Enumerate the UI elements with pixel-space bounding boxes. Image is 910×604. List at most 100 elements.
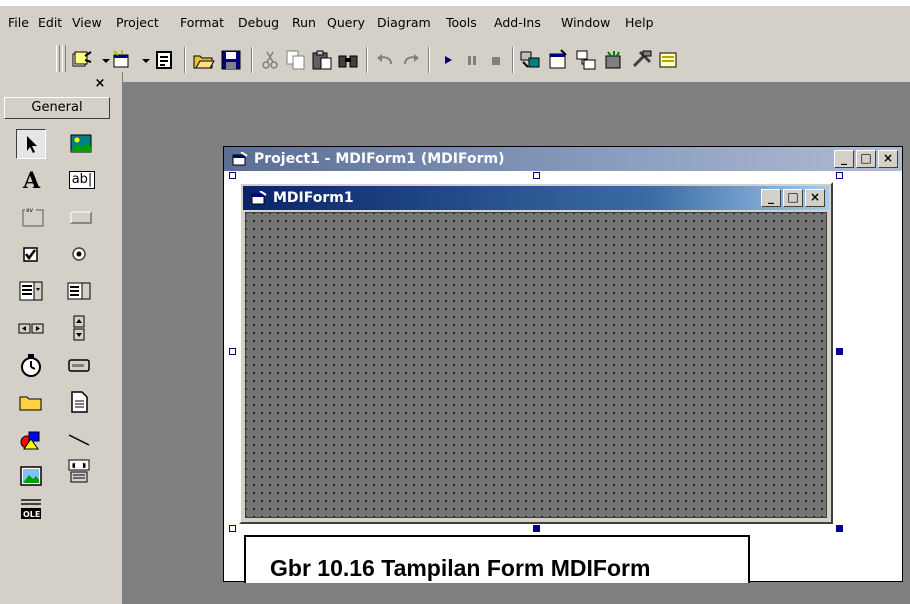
project-explorer-icon[interactable] xyxy=(518,48,542,72)
start-icon[interactable] xyxy=(436,48,460,72)
copy-icon[interactable] xyxy=(284,48,308,72)
close-icon[interactable]: × xyxy=(91,76,109,92)
checkbox-tool[interactable] xyxy=(16,239,46,269)
frame-tool[interactable]: xv xyxy=(18,202,48,232)
form-layout-icon[interactable] xyxy=(574,48,598,72)
pointer-icon xyxy=(27,136,37,153)
minimize-button[interactable]: _ xyxy=(834,150,854,168)
redo-icon[interactable] xyxy=(399,48,423,72)
hscrollbar-tool[interactable] xyxy=(16,313,46,343)
resize-handle-top-left[interactable] xyxy=(229,172,236,179)
menu-diagram[interactable]: Diagram xyxy=(377,15,431,30)
chevron-down-icon[interactable] xyxy=(94,48,110,72)
figure-caption-box: Gbr 10.16 Tampilan Form MDIForm xyxy=(244,535,750,583)
properties-window-icon[interactable] xyxy=(546,48,570,72)
label-icon: A xyxy=(22,168,41,193)
maximize-button[interactable]: □ xyxy=(783,189,803,207)
object-browser-icon[interactable] xyxy=(602,48,626,72)
minimize-button[interactable]: _ xyxy=(761,189,781,207)
drivelistbox-icon xyxy=(68,359,90,372)
resize-handle-left[interactable] xyxy=(229,348,236,355)
close-button[interactable]: × xyxy=(805,189,825,207)
commandbutton-icon xyxy=(70,211,92,224)
vscrollbar-icon xyxy=(73,315,85,341)
menu-window[interactable]: Window xyxy=(561,15,610,30)
ole-icon: OLE xyxy=(21,499,41,519)
toolbar-grip[interactable] xyxy=(56,45,60,75)
menu-query[interactable]: Query xyxy=(327,15,365,30)
data-view-icon[interactable] xyxy=(656,48,680,72)
dirlistbox-tool[interactable] xyxy=(16,387,46,417)
pointer-tool[interactable] xyxy=(16,129,46,159)
break-icon[interactable] xyxy=(460,48,484,72)
menu-help[interactable]: Help xyxy=(625,15,654,30)
toolbar-separator xyxy=(251,47,253,73)
hscrollbar-icon xyxy=(18,323,44,334)
listbox-icon xyxy=(67,282,91,300)
end-icon[interactable] xyxy=(484,48,508,72)
drivelistbox-tool[interactable] xyxy=(64,350,94,380)
paste-icon[interactable] xyxy=(310,48,334,72)
picturebox-tool[interactable] xyxy=(66,129,96,159)
ole-icon-label: OLE xyxy=(23,510,40,519)
filelistbox-tool[interactable] xyxy=(64,387,94,417)
find-icon[interactable] xyxy=(336,48,360,72)
svg-text:A: A xyxy=(22,168,41,193)
add-form-icon[interactable] xyxy=(110,48,134,72)
timer-tool[interactable] xyxy=(16,350,46,380)
label-tool[interactable]: A xyxy=(18,165,48,195)
designer-title-bar[interactable]: Project1 - MDIForm1 (MDIForm) _ □ × xyxy=(224,147,902,171)
undo-icon[interactable] xyxy=(373,48,397,72)
menu-editor-icon[interactable] xyxy=(152,48,176,72)
folder-icon xyxy=(19,396,42,411)
save-project-icon[interactable] xyxy=(219,48,243,72)
toolbox-tab-general[interactable]: General xyxy=(4,97,110,119)
cut-icon[interactable] xyxy=(258,48,282,72)
combobox-tool[interactable] xyxy=(16,276,46,306)
shape-tool[interactable] xyxy=(16,424,46,454)
commandbutton-tool[interactable] xyxy=(66,202,96,232)
maximize-button[interactable]: □ xyxy=(856,150,876,168)
resize-handle-top[interactable] xyxy=(533,172,540,179)
open-project-icon[interactable] xyxy=(192,48,216,72)
picturebox-icon xyxy=(70,134,92,153)
data-tool[interactable] xyxy=(64,456,94,486)
mdi-form-client-area[interactable] xyxy=(245,212,827,518)
menu-project[interactable]: Project xyxy=(116,15,159,30)
menu-add-ins[interactable]: Add-Ins xyxy=(494,15,541,30)
form-icon xyxy=(251,191,267,205)
menu-debug[interactable]: Debug xyxy=(238,15,279,30)
line-tool[interactable] xyxy=(64,424,94,454)
close-button[interactable]: × xyxy=(878,150,898,168)
listbox-tool[interactable] xyxy=(64,276,94,306)
mdi-form-window[interactable]: MDIForm1 _ □ × xyxy=(239,182,833,524)
optionbutton-icon xyxy=(72,247,86,261)
menu-format[interactable]: Format xyxy=(180,15,224,30)
menu-bar: File Edit View Project Format Debug Run … xyxy=(0,0,910,40)
toolbar-grip[interactable] xyxy=(62,45,66,75)
image-tool[interactable] xyxy=(16,461,46,491)
resize-handle-bottom-right[interactable] xyxy=(836,525,843,532)
optionbutton-tool[interactable] xyxy=(64,239,94,269)
menu-view[interactable]: View xyxy=(72,15,102,30)
vscrollbar-tool[interactable] xyxy=(64,313,94,343)
resize-handle-bottom-left[interactable] xyxy=(229,525,236,532)
mdi-form-title-bar[interactable]: MDIForm1 _ □ × xyxy=(243,186,829,210)
menu-file[interactable]: File xyxy=(8,15,29,30)
figure-caption: Gbr 10.16 Tampilan Form MDIForm xyxy=(270,555,651,581)
toolbox-icon[interactable] xyxy=(630,48,654,72)
menu-run[interactable]: Run xyxy=(292,15,316,30)
resize-handle-bottom[interactable] xyxy=(533,525,540,532)
textbox-tool[interactable]: ab| xyxy=(64,165,100,195)
menu-tools[interactable]: Tools xyxy=(446,15,477,30)
combobox-icon xyxy=(19,281,43,301)
shape-icon xyxy=(20,431,40,450)
resize-handle-right[interactable] xyxy=(836,348,843,355)
textbox-icon: ab| xyxy=(68,171,96,189)
add-project-icon[interactable] xyxy=(70,48,94,72)
resize-handle-top-right[interactable] xyxy=(836,172,843,179)
chevron-down-icon[interactable] xyxy=(134,48,150,72)
standard-toolbar xyxy=(0,40,910,82)
ole-tool[interactable]: OLE xyxy=(16,494,46,524)
menu-edit[interactable]: Edit xyxy=(38,15,62,30)
